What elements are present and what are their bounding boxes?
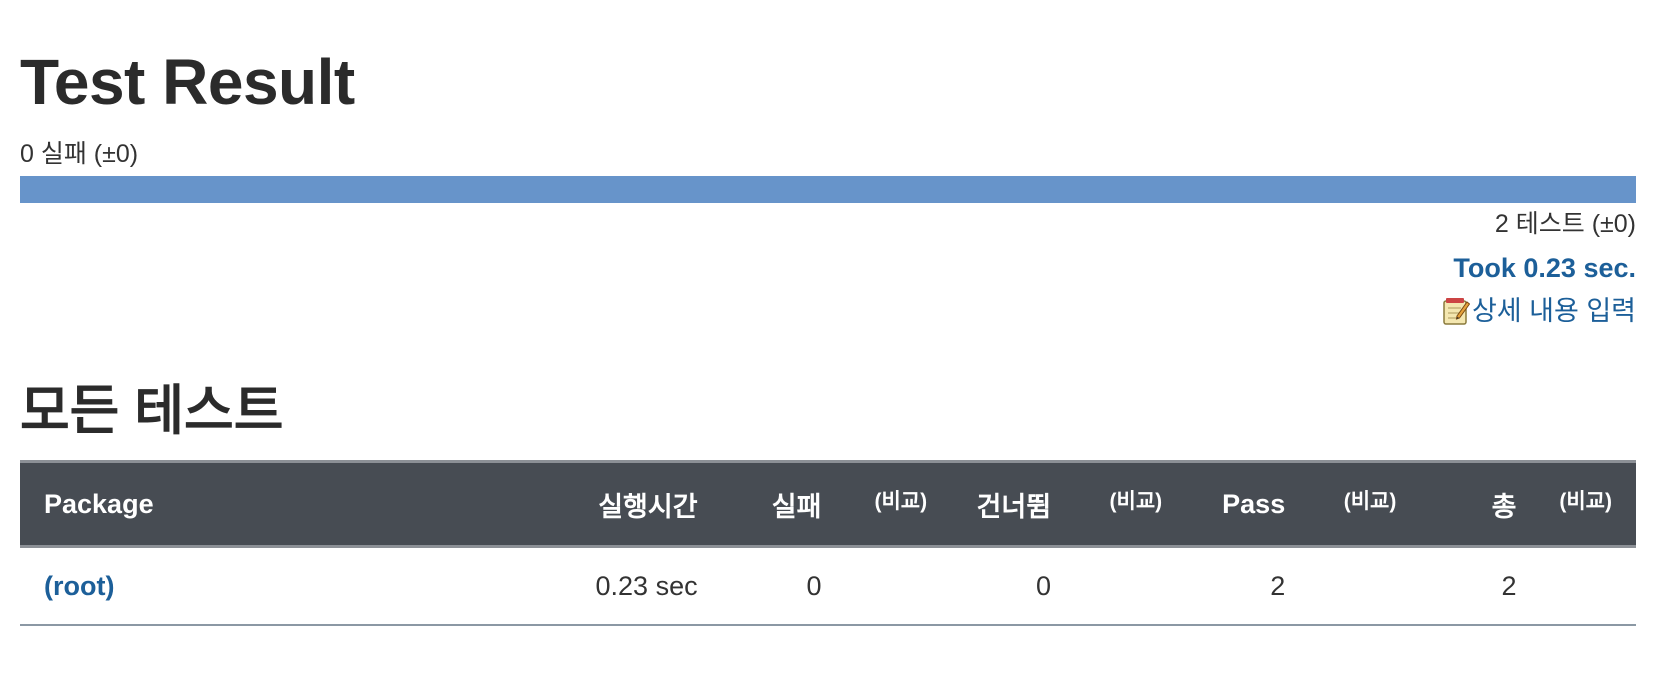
test-result-bar [20,176,1636,203]
describe-row: 상세 내용 입력 [1442,294,1636,328]
header-duration[interactable]: 실행시간 [595,460,698,548]
package-link-root[interactable]: (root) [44,571,114,601]
test-results-table: Package 실행시간 실패 (비교) 건너뜀 (비교) Pass (비교) … [20,460,1636,626]
cell-skip: 0 [927,546,1052,626]
header-pass[interactable]: Pass [1162,460,1286,548]
cell-fail-diff [821,546,928,626]
test-count: 2 테스트 (±0) [1494,210,1636,238]
header-skip[interactable]: 건너뜀 [927,460,1052,548]
header-fail[interactable]: 실패 [697,460,822,548]
cell-package: (root) [20,546,596,626]
all-tests-heading: 모든 테스트 [20,381,284,441]
fail-summary: 0 실패 (±0) [20,140,139,168]
header-fail-diff[interactable]: (비교) [821,460,928,548]
add-description-link[interactable]: 상세 내용 입력 [1472,294,1636,328]
cell-total: 2 [1396,546,1517,626]
table-header-row: Package 실행시간 실패 (비교) 건너뜀 (비교) Pass (비교) … [20,460,1636,548]
took-link[interactable]: Took 0.23 sec. [1453,253,1636,283]
cell-skip-diff [1051,546,1163,626]
table-row: (root) 0.23 sec 0 0 2 2 [20,546,1636,626]
notepad-icon [1442,296,1471,326]
cell-total-diff [1516,546,1636,626]
cell-pass: 2 [1162,546,1286,626]
result-bar-pass-fill [20,176,1636,203]
page-title: Test Result [20,46,355,118]
header-pass-diff[interactable]: (비교) [1285,460,1397,548]
cell-fail: 0 [697,546,822,626]
cell-pass-diff [1285,546,1397,626]
cell-duration: 0.23 sec [595,546,698,626]
took-duration: Took 0.23 sec. [1453,251,1636,285]
header-skip-diff[interactable]: (비교) [1051,460,1163,548]
header-total[interactable]: 총 [1396,460,1517,548]
header-total-diff[interactable]: (비교) [1516,460,1636,548]
header-package[interactable]: Package [20,460,596,548]
